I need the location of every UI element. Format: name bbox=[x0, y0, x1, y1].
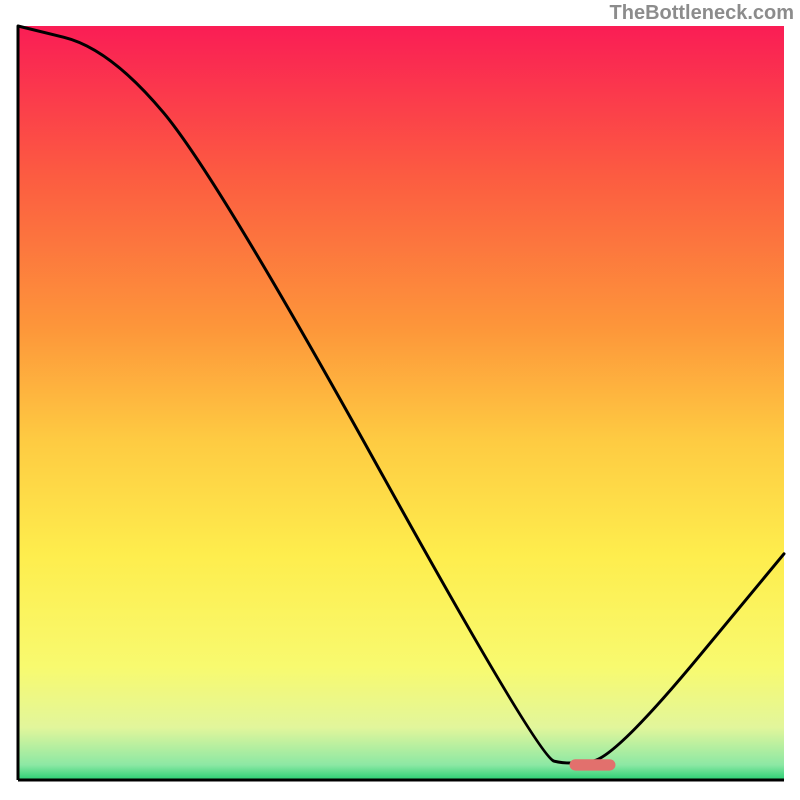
chart-container: TheBottleneck.com bbox=[0, 0, 800, 800]
bottleneck-chart bbox=[0, 0, 800, 800]
optimal-marker bbox=[570, 759, 616, 770]
plot-background bbox=[18, 26, 784, 780]
watermark-label: TheBottleneck.com bbox=[610, 2, 794, 25]
